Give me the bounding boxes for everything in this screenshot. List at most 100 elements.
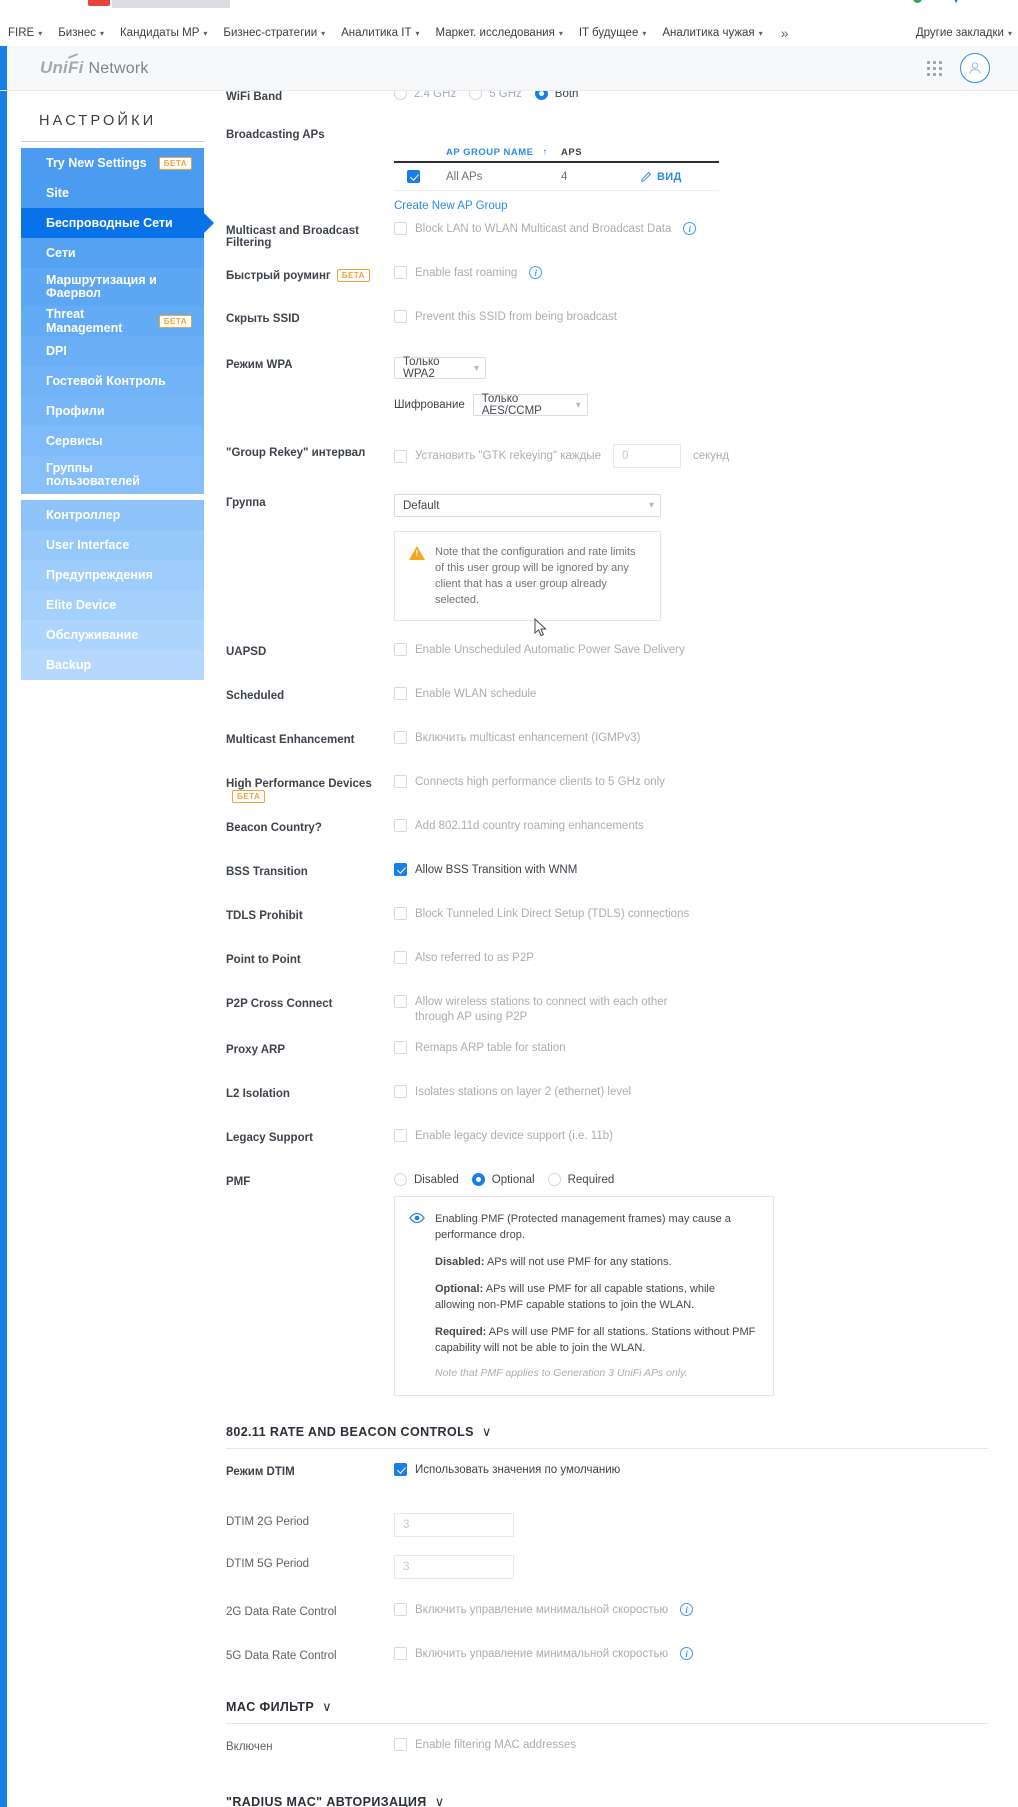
sidebar-item-5[interactable]: Threat Management БЕТА — [21, 306, 204, 336]
label-tdls-prohibit: TDLS Prohibit — [226, 910, 303, 922]
checkbox-scheduled[interactable] — [394, 687, 407, 700]
apps-grid-icon[interactable] — [927, 60, 942, 76]
bookmark-item[interactable]: Кандидаты MP ▾ — [112, 22, 215, 44]
bookmark-item[interactable]: Бизнес ▾ — [50, 22, 112, 44]
bookmark-item[interactable]: Маркет. исследования ▾ — [428, 22, 571, 44]
checkbox-l2-isolation[interactable] — [394, 1085, 407, 1098]
sidebar-item-4[interactable]: Маршрутизация и Фаервол — [21, 268, 204, 306]
section-header-radius-mac[interactable]: "RADIUS MAC" АВТОРИЗАЦИЯ ∨ — [226, 1794, 988, 1807]
settings-sidebar: НАСТРОЙКИ Try New Settings БЕТА Site Беспро… — [7, 91, 214, 1807]
info-icon[interactable]: i — [529, 266, 543, 279]
left-accent-rail — [0, 91, 7, 1807]
bookmark-item[interactable]: IT будущее ▾ — [571, 22, 655, 44]
radio-band-24[interactable] — [394, 91, 407, 100]
checkbox-label-beacon-country: Add 802.11d country roaming enhancements — [415, 819, 644, 832]
sidebar-item-1[interactable]: User Interface — [21, 530, 204, 560]
bookmark-label: Бизнес-стратегии — [223, 27, 318, 39]
checkbox-rate-5g[interactable] — [394, 1647, 407, 1660]
sidebar-item-1[interactable]: Site — [21, 178, 204, 208]
checkbox-label-group-rekey: Установить "GTK rekeying" каждые — [415, 450, 601, 462]
sidebar-divider — [21, 141, 204, 142]
sidebar-item-10[interactable]: Группы пользователей — [21, 456, 204, 494]
sidebar-item-label: Предупреждения — [46, 568, 153, 582]
chevron-down-icon: ▾ — [321, 28, 326, 38]
checkbox-point-to-point[interactable] — [394, 951, 407, 964]
chevron-down-icon: ▾ — [558, 28, 563, 38]
pmf-intro-text: Enabling PMF (Protected management frame… — [435, 1213, 731, 1241]
other-bookmarks-folder[interactable]: Другие закладки ▾ — [908, 22, 1018, 44]
section-header-mac-filter[interactable]: MAC ФИЛЬТР ∨ — [226, 1699, 988, 1723]
checkbox-uapsd[interactable] — [394, 643, 407, 656]
checkbox-label-uapsd: Enable Unscheduled Automatic Power Save … — [415, 643, 685, 656]
section-header-rate-beacon[interactable]: 802.11 RATE AND BEACON CONTROLS ∨ — [226, 1424, 988, 1448]
sidebar-item-0[interactable]: Try New Settings БЕТА — [21, 148, 204, 178]
sidebar-item-7[interactable]: Гостевой Контроль — [21, 366, 204, 396]
bookmark-item[interactable]: Бизнес-стратегии ▾ — [215, 22, 333, 44]
checkbox-beacon-country[interactable] — [394, 819, 407, 832]
radio-pmf-required[interactable] — [547, 1173, 561, 1186]
chevron-down-icon: ▾ — [642, 28, 647, 38]
avatar[interactable] — [960, 53, 990, 83]
row-group: Группа Default ▾ Note that the configura… — [226, 494, 988, 621]
bookmark-item[interactable]: Аналитика IT ▾ — [333, 22, 427, 44]
create-new-ap-group-link[interactable]: Create New AP Group — [394, 200, 988, 212]
radio-band-5[interactable] — [469, 91, 483, 100]
beta-badge: БЕТА — [232, 790, 266, 803]
bookmark-item[interactable]: FIRE ▾ — [0, 22, 50, 44]
checkbox-dtim-mode[interactable] — [394, 1463, 407, 1476]
brand-network: Network — [88, 60, 149, 77]
checkbox-proxy-arp[interactable] — [394, 1041, 407, 1054]
checkbox-high-perf-devices[interactable] — [394, 775, 407, 788]
checkbox-fast-roaming[interactable] — [394, 266, 407, 279]
select-encryption[interactable]: Только AES/CCMP ▾ — [472, 393, 588, 417]
sidebar-item-9[interactable]: Сервисы — [21, 426, 204, 456]
browser-tab-active — [112, 0, 230, 8]
checkbox-hide-ssid[interactable] — [394, 310, 407, 323]
view-ap-group-button[interactable]: ВИД — [641, 171, 719, 183]
checkbox-p2p-cross-connect[interactable] — [394, 995, 407, 1008]
checkbox-tdls-prohibit[interactable] — [394, 907, 407, 920]
checkbox-multicast-enhancement[interactable] — [394, 731, 407, 744]
input-dtim-5g[interactable]: 3 — [394, 1555, 514, 1579]
pmf-info-item: Required: APs will use PMF for all stati… — [435, 1324, 757, 1356]
sidebar-item-6[interactable]: DPI — [21, 336, 204, 366]
bookmarks-overflow-icon[interactable]: » — [771, 25, 799, 41]
sidebar-item-2[interactable]: Предупреждения — [21, 560, 204, 590]
select-wpa-mode[interactable]: Только WPA2 ▾ — [394, 356, 486, 380]
chevron-down-icon: ▾ — [758, 28, 763, 38]
row-uapsd: UAPSD Enable Unscheduled Automatic Power … — [226, 643, 988, 673]
sidebar-item-2[interactable]: Беспроводные Сети — [21, 208, 214, 238]
browser-tab-strip: ▼ — [0, 0, 1018, 20]
checkbox-multicast-filtering[interactable] — [394, 222, 407, 235]
eye-icon — [409, 1212, 425, 1254]
sidebar-item-0[interactable]: Контроллер — [21, 500, 204, 530]
radio-band-both[interactable] — [534, 91, 548, 100]
sidebar-item-3[interactable]: Сети — [21, 238, 204, 268]
sidebar-item-5[interactable]: Backup — [21, 650, 204, 680]
info-icon[interactable]: i — [683, 222, 697, 235]
radio-pmf-optional[interactable] — [471, 1173, 485, 1186]
sidebar-item-8[interactable]: Профили — [21, 396, 204, 426]
checkbox-rate-2g[interactable] — [394, 1603, 407, 1616]
label-uapsd: UAPSD — [226, 646, 267, 658]
checkbox-group-rekey[interactable] — [394, 449, 407, 463]
checkbox-ap-group[interactable] — [407, 170, 420, 183]
info-icon[interactable]: i — [680, 1603, 694, 1616]
pmf-info-term: Disabled: — [435, 1256, 485, 1268]
column-aps[interactable]: APS — [561, 147, 641, 158]
download-arrow-icon: ▼ — [950, 0, 962, 6]
input-group-rekey-seconds[interactable]: 0 — [612, 444, 681, 468]
column-ap-group-name[interactable]: AP GROUP NAME ↑ — [446, 147, 561, 158]
checkbox-legacy-support[interactable] — [394, 1129, 407, 1142]
sidebar-item-4[interactable]: Обслуживание — [21, 620, 204, 650]
checkbox-bss-transition[interactable] — [394, 863, 407, 876]
sidebar-item-label: DPI — [46, 344, 67, 358]
checkbox-mac-filter-enabled[interactable] — [394, 1738, 407, 1751]
select-user-group[interactable]: Default ▾ — [394, 494, 661, 517]
info-icon[interactable]: i — [680, 1647, 694, 1660]
bookmark-item[interactable]: Аналитика чужая ▾ — [654, 22, 770, 44]
input-dtim-2g[interactable]: 3 — [394, 1513, 514, 1537]
radio-pmf-disabled[interactable] — [394, 1173, 407, 1186]
sidebar-item-3[interactable]: Elite Device — [21, 590, 204, 620]
table-row[interactable]: All APs 4 ВИД — [394, 163, 719, 191]
